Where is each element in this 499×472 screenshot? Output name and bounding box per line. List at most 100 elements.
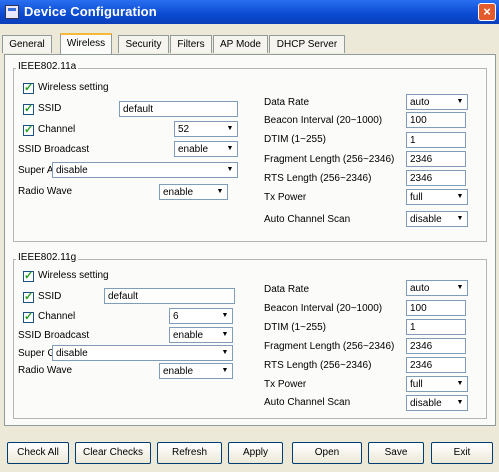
dtim-a-input[interactable]: 1 xyxy=(406,132,466,148)
close-button[interactable]: × xyxy=(478,3,496,21)
data-rate-a-select[interactable]: auto ▼ xyxy=(406,94,468,110)
radio-wave-a-value: enable xyxy=(163,187,194,198)
wireless-setting-g-label: Wireless setting xyxy=(38,270,109,281)
auto-channel-scan-g-value: disable xyxy=(410,398,442,409)
group-a-legend: IEEE802.11a xyxy=(16,61,79,72)
super-g-value: disable xyxy=(56,348,88,359)
tab-wireless[interactable]: Wireless xyxy=(60,33,112,54)
ssid-g-label: SSID xyxy=(38,291,62,302)
rts-length-a-label: RTS Length (256~2346) xyxy=(264,173,372,184)
tab-security[interactable]: Security xyxy=(118,35,169,53)
beacon-interval-a-input[interactable]: 100 xyxy=(406,112,466,128)
ieee80211g-group: IEEE802.11g Wireless setting SSID defaul… xyxy=(13,252,487,419)
beacon-interval-a-label: Beacon Interval (20~1000) xyxy=(264,115,383,126)
dropdown-arrow-icon: ▼ xyxy=(452,212,467,226)
super-a-select[interactable]: disable ▼ xyxy=(52,162,238,178)
tx-power-g-value: full xyxy=(410,379,423,390)
title-bar[interactable]: Device Configuration × xyxy=(0,0,499,24)
super-g-select[interactable]: disable ▼ xyxy=(52,345,233,361)
apply-button[interactable]: Apply xyxy=(228,442,283,464)
data-rate-g-select[interactable]: auto ▼ xyxy=(406,280,468,296)
tx-power-g-select[interactable]: full ▼ xyxy=(406,376,468,392)
ssid-broadcast-a-label: SSID Broadcast xyxy=(18,144,90,155)
dtim-g-input[interactable]: 1 xyxy=(406,319,466,335)
radio-wave-g-value: enable xyxy=(163,366,194,377)
wireless-setting-g-checkbox[interactable] xyxy=(23,269,34,282)
fragment-length-g-input[interactable]: 2346 xyxy=(406,338,466,354)
dropdown-arrow-icon: ▼ xyxy=(222,122,237,136)
fragment-length-a-label: Fragment Length (256~2346) xyxy=(264,154,395,165)
tx-power-a-select[interactable]: full ▼ xyxy=(406,189,468,205)
ssid-a-checkbox[interactable] xyxy=(23,102,34,115)
radio-wave-a-label: Radio Wave xyxy=(18,186,73,197)
channel-a-select[interactable]: 52 ▼ xyxy=(174,121,238,137)
dtim-a-label: DTIM (1~255) xyxy=(264,134,326,145)
dropdown-arrow-icon: ▼ xyxy=(452,377,467,391)
tab-filters[interactable]: Filters xyxy=(170,35,212,53)
exit-button[interactable]: Exit xyxy=(431,442,493,464)
dropdown-arrow-icon: ▼ xyxy=(452,190,467,204)
ssid-g-input[interactable]: default xyxy=(104,288,235,304)
data-rate-a-label: Data Rate xyxy=(264,97,310,108)
channel-a-value: 52 xyxy=(178,124,190,135)
fragment-length-a-input[interactable]: 2346 xyxy=(406,151,466,167)
auto-channel-scan-a-select[interactable]: disable ▼ xyxy=(406,211,468,227)
refresh-button[interactable]: Refresh xyxy=(157,442,222,464)
dropdown-arrow-icon: ▼ xyxy=(452,95,467,109)
ieee80211a-group: IEEE802.11a Wireless setting SSID defaul… xyxy=(13,61,487,242)
tx-power-g-label: Tx Power xyxy=(264,379,307,390)
ssid-broadcast-g-select[interactable]: enable ▼ xyxy=(169,327,233,343)
rts-length-a-input[interactable]: 2346 xyxy=(406,170,466,186)
channel-g-select[interactable]: 6 ▼ xyxy=(169,308,233,324)
app-icon xyxy=(5,5,19,19)
super-a-value: disable xyxy=(56,165,88,176)
channel-g-checkbox[interactable] xyxy=(23,310,34,323)
tab-general[interactable]: General xyxy=(2,35,52,53)
channel-g-value: 6 xyxy=(173,311,179,322)
super-a-label: Super A xyxy=(18,165,54,176)
dropdown-arrow-icon: ▼ xyxy=(217,364,232,378)
device-configuration-window: Device Configuration × General Wireless … xyxy=(0,0,499,472)
ssid-g-checkbox[interactable] xyxy=(23,290,34,303)
dropdown-arrow-icon: ▼ xyxy=(217,328,232,342)
data-rate-a-value: auto xyxy=(410,97,430,108)
channel-a-label: Channel xyxy=(38,124,76,135)
auto-channel-scan-g-select[interactable]: disable ▼ xyxy=(406,395,468,411)
wireless-panel: IEEE802.11a Wireless setting SSID defaul… xyxy=(4,54,496,426)
beacon-interval-g-label: Beacon Interval (20~1000) xyxy=(264,303,383,314)
ssid-broadcast-g-value: enable xyxy=(173,330,204,341)
open-button[interactable]: Open xyxy=(292,442,362,464)
wireless-setting-a-checkbox[interactable] xyxy=(23,81,34,94)
beacon-interval-g-input[interactable]: 100 xyxy=(406,300,466,316)
ssid-broadcast-g-label: SSID Broadcast xyxy=(18,330,90,341)
dropdown-arrow-icon: ▼ xyxy=(217,346,232,360)
radio-wave-g-select[interactable]: enable ▼ xyxy=(159,363,233,379)
dropdown-arrow-icon: ▼ xyxy=(217,309,232,323)
ssid-a-label: SSID xyxy=(38,103,62,114)
radio-wave-g-label: Radio Wave xyxy=(18,365,73,376)
tx-power-a-value: full xyxy=(410,192,423,203)
tx-power-a-label: Tx Power xyxy=(264,192,307,203)
window-title: Device Configuration xyxy=(24,4,157,19)
auto-channel-scan-g-label: Auto Channel Scan xyxy=(264,397,351,408)
channel-a-checkbox[interactable] xyxy=(23,123,34,136)
channel-g-label: Channel xyxy=(38,311,76,322)
ssid-broadcast-a-select[interactable]: enable ▼ xyxy=(174,141,238,157)
dropdown-arrow-icon: ▼ xyxy=(212,185,227,199)
rts-length-g-label: RTS Length (256~2346) xyxy=(264,360,372,371)
check-all-button[interactable]: Check All xyxy=(7,442,69,464)
ssid-broadcast-a-value: enable xyxy=(178,144,209,155)
fragment-length-g-label: Fragment Length (256~2346) xyxy=(264,341,395,352)
ssid-a-input[interactable]: default xyxy=(119,101,238,117)
data-rate-g-value: auto xyxy=(410,283,430,294)
dropdown-arrow-icon: ▼ xyxy=(452,281,467,295)
clear-checks-button[interactable]: Clear Checks xyxy=(75,442,151,464)
tab-dhcp-server[interactable]: DHCP Server xyxy=(269,35,345,53)
tab-ap-mode[interactable]: AP Mode xyxy=(213,35,268,53)
dropdown-arrow-icon: ▼ xyxy=(452,396,467,410)
wireless-setting-a-label: Wireless setting xyxy=(38,82,109,93)
rts-length-g-input[interactable]: 2346 xyxy=(406,357,466,373)
save-button[interactable]: Save xyxy=(368,442,424,464)
dropdown-arrow-icon: ▼ xyxy=(222,142,237,156)
radio-wave-a-select[interactable]: enable ▼ xyxy=(159,184,228,200)
